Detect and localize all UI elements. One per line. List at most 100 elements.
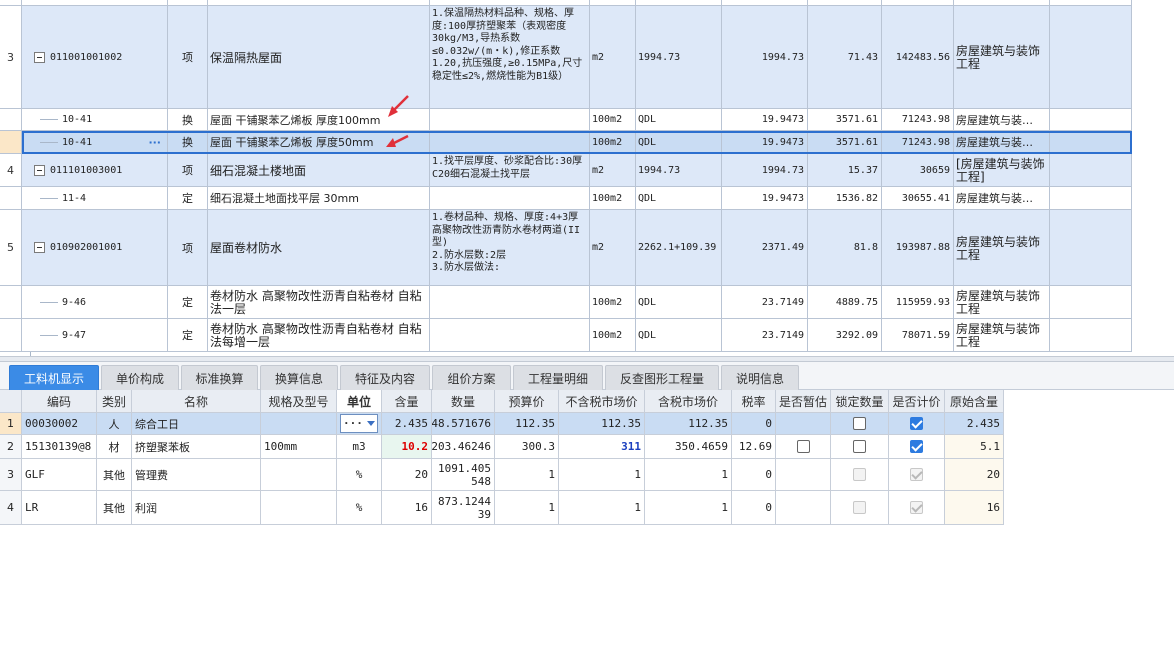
cell-type[interactable]: 定 (168, 187, 208, 210)
cell-qty[interactable]: 23.7149 (722, 286, 808, 319)
cell-type[interactable]: 项 (168, 6, 208, 109)
cell-name[interactable]: 屋面 干铺聚苯乙烯板 厚度50mm (208, 131, 430, 154)
cell-qty-expr[interactable]: QDL (636, 187, 722, 210)
priced-checkbox[interactable] (910, 417, 923, 430)
cell-code[interactable]: 15130139@8 (22, 435, 97, 459)
unit-dropdown[interactable]: ··· (340, 414, 378, 433)
tab-1[interactable]: 单价构成 (101, 365, 179, 390)
est-checkbox[interactable] (796, 440, 810, 453)
cell-qty[interactable]: 203.46246 (432, 435, 495, 459)
cell-name[interactable]: 屋面 干铺聚苯乙烯板 厚度100mm (208, 109, 430, 131)
resource-row[interactable]: 1 00030002 人 综合工日 ··· 2.435 48.571676 112.35 112… (0, 413, 1004, 435)
cell-qty[interactable]: 48.571676 (432, 413, 495, 435)
cell-unit[interactable]: 100m2 (590, 319, 636, 352)
cell-unit[interactable]: 100m2 (590, 131, 636, 154)
cell-qty[interactable]: 23.7149 (722, 319, 808, 352)
cell-mkt-in[interactable]: 350.4659 (645, 435, 732, 459)
cell-price[interactable]: 81.8 (808, 210, 882, 286)
cell-code[interactable]: GLF (22, 459, 97, 491)
cell-desc[interactable] (430, 319, 590, 352)
lock-checkbox[interactable] (853, 440, 866, 453)
cell-qty[interactable]: 873.124439 (432, 491, 495, 525)
cell-type[interactable]: 项 (168, 154, 208, 187)
cell-lock[interactable] (831, 435, 889, 459)
tab-0[interactable]: 工料机显示 (9, 365, 99, 390)
bill-item-row[interactable]: 3 011001001002 项 保温隔热屋面 1.保温隔热材料品种、规格、厚度:100… (0, 6, 1132, 109)
cell-major[interactable]: 房屋建筑与装饰工程 (954, 286, 1050, 319)
cell-name[interactable]: 保温隔热屋面 (208, 6, 430, 109)
header-content[interactable]: 含量 (382, 390, 432, 413)
cell-tax[interactable]: 0 (732, 459, 776, 491)
cell-name[interactable]: 挤塑聚苯板 (132, 435, 261, 459)
header-qty[interactable]: 数量 (432, 390, 495, 413)
header-tax[interactable]: 税率 (732, 390, 776, 413)
header-budget[interactable]: 预算价 (495, 390, 559, 413)
cell-unit[interactable]: 100m2 (590, 109, 636, 131)
cell-spec[interactable] (261, 413, 337, 435)
cell-desc[interactable] (430, 187, 590, 210)
cell-priced[interactable] (889, 491, 945, 525)
cell-code[interactable]: 10-41 (22, 109, 168, 131)
cell-desc[interactable] (430, 286, 590, 319)
cell-spec[interactable] (261, 491, 337, 525)
cell-extra[interactable] (1050, 187, 1132, 210)
resource-row[interactable]: 3 GLF 其他 管理费% 20 1091.405548 1 1 1 0 20 (0, 459, 1004, 491)
header-lock[interactable]: 锁定数量 (831, 390, 889, 413)
cell-name[interactable]: 卷材防水 高聚物改性沥青自粘卷材 自粘法一层 (208, 286, 430, 319)
cell-total[interactable]: 30655.41 (882, 187, 954, 210)
resource-row[interactable]: 2 15130139@8 材 挤塑聚苯板 100mm m3 10.2 203.46246 300… (0, 435, 1004, 459)
cell-total[interactable]: 142483.56 (882, 6, 954, 109)
quota-row[interactable]: 11-4 定 细石混凝土地面找平层 30mm 100m2 QDL 19.9473 1536.… (0, 187, 1132, 210)
cell-est[interactable] (776, 491, 831, 525)
cell-qty[interactable]: 19.9473 (722, 131, 808, 154)
cell-mkt-in[interactable]: 1 (645, 491, 732, 525)
header-mkt-in[interactable]: 含税市场价 (645, 390, 732, 413)
quota-row[interactable]: 10-41 换 屋面 干铺聚苯乙烯板 厚度100mm 100m2 QDL 19.9473 3… (0, 109, 1132, 131)
header-code[interactable]: 编码 (22, 390, 97, 413)
cell-price[interactable]: 3571.61 (808, 109, 882, 131)
cell-major[interactable]: 房屋建筑与装… (954, 187, 1050, 210)
cell-desc[interactable]: 1.卷材品种、规格、厚度:4+3厚高聚物改性沥青防水卷材两道(II型) 2.防水… (430, 210, 590, 286)
cell-tax[interactable]: 0 (732, 413, 776, 435)
cell-cat[interactable]: 人 (97, 413, 132, 435)
cell-type[interactable]: 定 (168, 319, 208, 352)
cell-major[interactable]: 房屋建筑与装饰工程 (954, 6, 1050, 109)
cell-major[interactable]: 房屋建筑与装… (954, 131, 1050, 154)
cell-price[interactable]: 71.43 (808, 6, 882, 109)
cell-qty-expr[interactable]: QDL (636, 131, 722, 154)
cell-content[interactable]: 2.435 (382, 413, 432, 435)
cell-qty[interactable]: 19.9473 (722, 109, 808, 131)
cell-type[interactable]: 换 (168, 131, 208, 154)
cell-code[interactable]: 00030002 (22, 413, 97, 435)
cell-code[interactable]: LR (22, 491, 97, 525)
cell-mkt-ex[interactable]: 1 (559, 491, 645, 525)
cell-type[interactable]: 项 (168, 210, 208, 286)
tab-7[interactable]: 反查图形工程量 (605, 365, 719, 390)
cell-cat[interactable]: 材 (97, 435, 132, 459)
cell-qty[interactable]: 1994.73 (722, 6, 808, 109)
cell-mkt-in[interactable]: 112.35 (645, 413, 732, 435)
cell-major[interactable]: [房屋建筑与装饰工程] (954, 154, 1050, 187)
cell-unit[interactable]: % (337, 459, 382, 491)
cell-code[interactable]: 10-41 ··· (22, 131, 168, 154)
cell-est[interactable] (776, 435, 831, 459)
cell-extra[interactable] (1050, 319, 1132, 352)
cell-type[interactable]: 换 (168, 109, 208, 131)
cell-cat[interactable]: 其他 (97, 491, 132, 525)
header-spec[interactable]: 规格及型号 (261, 390, 337, 413)
cell-code[interactable]: 011101003001 (22, 154, 168, 187)
cell-orig[interactable]: 5.1 (945, 435, 1004, 459)
cell-budget[interactable]: 1 (495, 459, 559, 491)
collapse-toggle-icon[interactable] (34, 242, 45, 253)
cell-extra[interactable] (1050, 6, 1132, 109)
cell-price[interactable]: 3292.09 (808, 319, 882, 352)
cell-content[interactable]: 16 (382, 491, 432, 525)
cell-unit[interactable]: m3 (337, 435, 382, 459)
cell-budget[interactable]: 1 (495, 491, 559, 525)
cell-name[interactable]: 利润 (132, 491, 261, 525)
cell-priced[interactable] (889, 435, 945, 459)
cell-code[interactable]: 9-46 (22, 286, 168, 319)
cell-desc[interactable]: 1.找平层厚度、砂浆配合比:30厚C20细石混凝土找平层 (430, 154, 590, 187)
cell-unit[interactable]: m2 (590, 210, 636, 286)
cell-unit[interactable]: 100m2 (590, 187, 636, 210)
